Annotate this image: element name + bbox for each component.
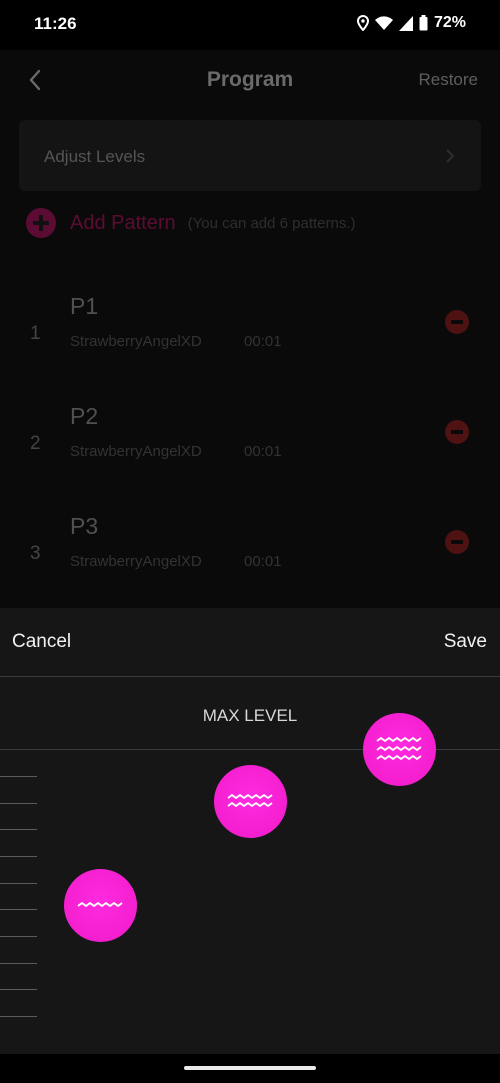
- pattern-index: 1: [30, 323, 41, 344]
- pattern-duration: 00:01: [244, 553, 282, 570]
- scale-tick: [0, 856, 37, 857]
- scale-tick: [0, 936, 37, 937]
- pattern-index: 2: [30, 433, 41, 454]
- scale-tick: [0, 1016, 37, 1017]
- pattern-index: 3: [30, 543, 41, 564]
- pattern-duration: 00:01: [244, 443, 282, 460]
- wifi-icon: [374, 15, 393, 31]
- pattern-author: StrawberryAngelXD: [70, 443, 202, 460]
- pattern-row[interactable]: 2 P2 StrawberryAngelXD 00:01: [0, 403, 500, 503]
- scale-tick: [0, 989, 37, 990]
- status-bar: 11:26 72%: [0, 0, 500, 50]
- scale-tick: [0, 803, 37, 804]
- cancel-button[interactable]: Cancel: [12, 631, 71, 653]
- level-knob-high[interactable]: [363, 713, 436, 786]
- wave-low-icon: [77, 902, 123, 907]
- signal-icon: [398, 15, 413, 31]
- pattern-name: P1: [70, 293, 99, 319]
- pattern-row[interactable]: 3 P3 StrawberryAngelXD 00:01: [0, 513, 500, 613]
- wave-high-icon: [376, 737, 422, 760]
- add-pattern-hint: (You can add 6 patterns.): [187, 214, 356, 232]
- pattern-row[interactable]: 1 P1 StrawberryAngelXD 00:01: [0, 293, 500, 393]
- remove-circle-icon[interactable]: [445, 420, 469, 444]
- pattern-author: StrawberryAngelXD: [70, 553, 202, 570]
- add-pattern-row[interactable]: Add Pattern (You can add 6 patterns.): [26, 208, 356, 238]
- restore-button[interactable]: Restore: [418, 70, 478, 90]
- status-time: 11:26: [34, 14, 77, 33]
- add-circle-icon[interactable]: [26, 208, 56, 238]
- pattern-name: P3: [70, 513, 99, 539]
- status-icons: 72%: [356, 14, 466, 32]
- scale-tick: [0, 909, 37, 910]
- save-button[interactable]: Save: [444, 631, 487, 653]
- remove-circle-icon[interactable]: [445, 530, 469, 554]
- app-header: Program Restore: [0, 50, 500, 110]
- level-knob-low[interactable]: [64, 869, 137, 942]
- pattern-name: P2: [70, 403, 99, 429]
- scale-tick: [0, 963, 37, 964]
- scale-tick: [0, 776, 37, 777]
- adjust-levels-label: Adjust Levels: [44, 147, 146, 166]
- home-indicator[interactable]: [184, 1066, 316, 1070]
- location-icon: [356, 15, 369, 31]
- scale-tick: [0, 883, 37, 884]
- battery-icon: [419, 15, 428, 31]
- program-screen: Program Restore Adjust Levels Add Patter…: [0, 50, 500, 608]
- add-pattern-button[interactable]: Add Pattern: [70, 212, 176, 235]
- adjust-levels-row[interactable]: Adjust Levels: [19, 120, 481, 191]
- level-knob-medium[interactable]: [214, 765, 287, 838]
- pattern-author: StrawberryAngelXD: [70, 333, 202, 350]
- battery-percent: 72%: [433, 14, 466, 31]
- remove-circle-icon[interactable]: [445, 310, 469, 334]
- level-picker-sheet: Cancel Save MAX LEVEL: [0, 608, 500, 1054]
- gesture-nav-bar: [0, 1054, 500, 1083]
- wave-medium-icon: [227, 794, 273, 807]
- scale-tick: [0, 829, 37, 830]
- sheet-toolbar: Cancel Save: [0, 608, 500, 677]
- pattern-duration: 00:01: [244, 333, 282, 350]
- chevron-right-icon: [443, 147, 457, 165]
